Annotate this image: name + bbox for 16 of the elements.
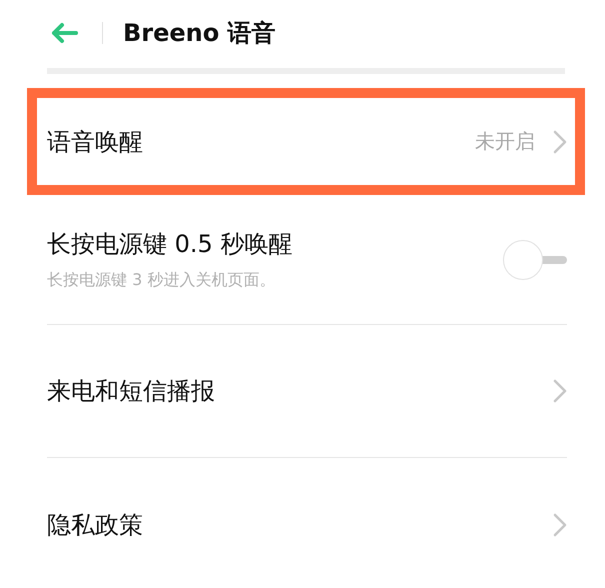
chevron-icon xyxy=(553,379,567,403)
setting-label: 来电和短信播报 xyxy=(47,376,215,407)
back-arrow-icon xyxy=(50,22,78,44)
chevron-icon xyxy=(553,130,567,154)
page-title: Breeno 语音 xyxy=(123,18,276,49)
setting-label: 长按电源键 0.5 秒唤醒 xyxy=(47,229,292,260)
setting-description: 长按电源键 3 秒进入关机页面。 xyxy=(47,270,276,291)
setting-value: 未开启 xyxy=(475,128,535,155)
setting-row[interactable]: 来电和短信播报 xyxy=(47,325,567,458)
toggle-switch[interactable] xyxy=(503,240,567,280)
setting-label: 隐私政策 xyxy=(47,510,143,540)
setting-label: 语音唤醒 xyxy=(47,126,143,158)
setting-row[interactable]: 隐私政策 xyxy=(47,458,567,588)
chevron-icon xyxy=(553,512,567,536)
highlighted-setting-row[interactable]: 语音唤醒 未开启 xyxy=(27,88,585,195)
setting-row[interactable]: 长按电源键 0.5 秒唤醒 长按电源键 3 秒进入关机页面。 xyxy=(47,195,567,325)
